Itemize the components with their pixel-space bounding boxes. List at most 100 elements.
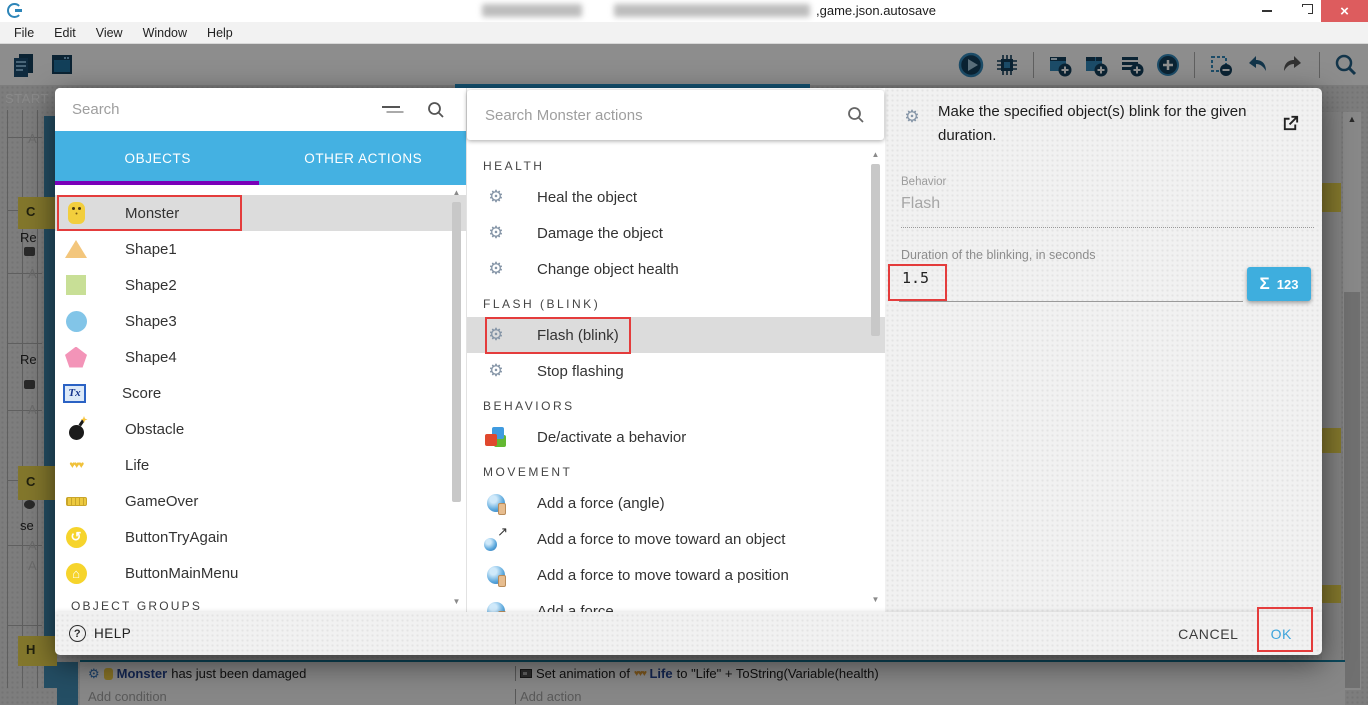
scroll-up-icon[interactable]: ▲ [870,150,881,159]
action-row-heal-the-object[interactable]: ⚙ Heal the object [467,179,885,215]
window-title: ,game.json.autosave [816,3,936,18]
dialog-footer: HELP CANCEL OK [55,612,1322,655]
action-row-add-a-force[interactable]: Add a force [467,593,885,612]
duration-input[interactable]: 1.5 [902,269,929,287]
gear-icon: ⚙ [488,325,504,344]
object-list-scrollbar[interactable]: ▲ ▼ [451,188,462,606]
menu-window[interactable]: Window [133,24,197,42]
action-details-panel: ⚙ Make the specified object(s) blink for… [885,88,1322,612]
object-row-monster[interactable]: Monster [55,195,466,231]
blurred-title-segment [482,4,582,17]
gear-icon: ⚙ [488,361,504,380]
object-tabs: OBJECTS OTHER ACTIONS [55,131,466,185]
gear-icon: ⚙ [488,187,504,206]
duration-underline [899,301,1243,302]
actions-panel: HEALTH ⚙ Heal the object ⚙ Damage the object… [467,88,885,612]
object-row-shape4[interactable]: Shape4 [55,339,466,375]
menu-edit[interactable]: Edit [44,24,86,42]
behavior-label: Behavior [901,176,947,188]
hearts-icon: ♥♥♥ [69,459,84,471]
duration-label: Duration of the blinking, in seconds [901,248,1096,262]
sigma-icon: Σ [1259,274,1270,293]
restore-icon [1298,4,1313,15]
section-header: FLASH (BLINK) [483,297,601,311]
gear-icon: ⚙ [488,259,504,278]
app-window: ,game.json.autosave × File Edit View Window… [0,0,1368,705]
title-bar: ,game.json.autosave × [0,0,1368,22]
action-row-stop-flashing[interactable]: ⚙ Stop flashing [467,353,885,389]
menu-help[interactable]: Help [197,24,243,42]
object-list: Monster Shape1 Shape2 Shape3 Shape4 Tx Score Ob… [55,185,466,612]
scrollbar-thumb[interactable] [452,202,461,502]
force-icon [483,490,509,516]
blurred-title-segment [614,4,810,17]
bomb-icon [63,416,89,442]
scroll-down-icon[interactable]: ▼ [451,597,462,606]
scrollbar-thumb[interactable] [871,164,880,336]
pentagon-icon [63,344,89,370]
objects-panel: OBJECTSOTHER ACTIONS MonsterShape1Shape2… [55,88,467,612]
action-search-input[interactable] [485,106,846,124]
scroll-down-icon[interactable]: ▼ [870,595,881,604]
tab-objects[interactable]: OBJECTS [55,131,261,185]
gameover-icon [63,488,89,514]
object-row-buttontryagain[interactable]: ↺ ButtonTryAgain [55,519,466,555]
behavior-value: Flash [901,195,941,212]
close-button[interactable]: × [1321,0,1368,22]
action-row-add-a-force-to-move-toward-an-object[interactable]: ↗ Add a force to move toward an object [467,521,885,557]
home-icon: ⌂ [63,560,89,586]
gear-icon: ⚙ [904,107,920,126]
action-row-flash-blink-[interactable]: ⚙ Flash (blink) [467,317,885,353]
menu-bar: File Edit View Window Help [0,22,1368,44]
behavior-icon [483,424,509,450]
object-row-buttonmainmenu[interactable]: ⌂ ButtonMainMenu [55,555,466,591]
retry-icon: ↺ [63,524,89,550]
help-icon [69,625,86,642]
scroll-up-icon[interactable]: ▲ [451,188,462,197]
gear-icon: ⚙ [488,223,504,242]
open-help-external-icon[interactable] [1281,114,1300,133]
minimize-button[interactable] [1249,0,1285,22]
object-row-obstacle[interactable]: Obstacle [55,411,466,447]
action-row-damage-the-object[interactable]: ⚙ Damage the object [467,215,885,251]
section-header: MOVEMENT [483,465,573,479]
text-icon: Tx [63,383,86,403]
menu-view[interactable]: View [86,24,133,42]
search-icon [428,101,444,118]
behavior-field: Behavior Flash [901,176,1314,228]
action-row-de-activate-a-behavior[interactable]: De/activate a behavior [467,419,885,455]
expression-editor-button[interactable]: Σ 123 [1247,267,1311,301]
tab-other-actions[interactable]: OTHER ACTIONS [261,131,467,185]
object-row-gameover[interactable]: GameOver [55,483,466,519]
object-row-shape1[interactable]: Shape1 [55,231,466,267]
gdevelop-logo-icon [7,3,22,18]
ok-button[interactable]: OK [1255,618,1308,650]
object-groups-header: OBJECT GROUPS [71,599,203,612]
object-row-life[interactable]: ♥♥♥ Life [55,447,466,483]
circle-icon [63,308,89,334]
force-icon [483,562,509,588]
action-editor-dialog: OBJECTSOTHER ACTIONS MonsterShape1Shape2… [55,88,1322,655]
filter-icon[interactable] [382,103,400,117]
action-row-change-object-health[interactable]: ⚙ Change object health [467,251,885,287]
monster-icon [63,200,89,226]
action-row-add-a-force-to-move-toward-a-position[interactable]: Add a force to move toward a position [467,557,885,593]
menu-file[interactable]: File [4,24,44,42]
object-search-input[interactable] [72,101,382,118]
help-button[interactable]: HELP [69,625,131,642]
section-header: HEALTH [483,159,545,173]
search-icon [848,107,864,123]
section-header: BEHAVIORS [483,399,575,413]
cancel-button[interactable]: CANCEL [1162,618,1254,650]
object-row-shape2[interactable]: Shape2 [55,267,466,303]
action-list-scrollbar[interactable]: ▲ ▼ [870,150,881,604]
action-row-add-a-force-angle-[interactable]: Add a force (angle) [467,485,885,521]
force-toward-object-icon: ↗ [483,524,509,552]
action-description: Make the specified object(s) blink for t… [938,103,1247,144]
object-row-score[interactable]: Tx Score [55,375,466,411]
restore-button[interactable] [1285,0,1321,22]
square-icon [63,272,89,298]
object-search-bar [55,88,466,131]
minimize-icon [1262,10,1272,12]
object-row-shape3[interactable]: Shape3 [55,303,466,339]
